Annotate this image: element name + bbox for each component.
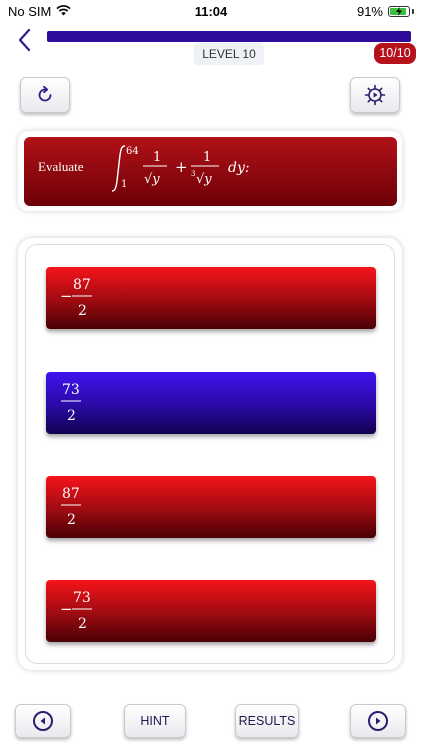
term1-denominator: √y	[144, 172, 160, 187]
refresh-icon	[38, 85, 52, 102]
answer-option-1[interactable]: − 87 2	[46, 267, 376, 329]
previous-icon	[33, 711, 53, 731]
next-button[interactable]	[350, 704, 406, 738]
plus-sign: +	[175, 158, 188, 176]
term2-root-index: 3	[191, 170, 195, 178]
answer-option-3[interactable]: 87 2	[46, 476, 376, 538]
battery-icon	[388, 6, 410, 17]
battery-percent: 91%	[356, 4, 383, 19]
battery-group: 91%	[357, 4, 414, 19]
answer-3-denominator: 2	[67, 512, 76, 528]
previous-button[interactable]	[15, 704, 71, 738]
settings-button[interactable]	[350, 77, 400, 113]
integral-upper-limit: 64	[126, 146, 139, 157]
answer-1-sign: −	[60, 287, 73, 305]
answer-option-2[interactable]: 73 2	[46, 372, 376, 434]
question-prefix: Evaluate	[38, 159, 84, 174]
answer-4-fraction: − 73 2	[60, 590, 92, 632]
gear-icon	[364, 84, 386, 106]
question-formula: 64 1 1 √y + 1 3 √y dy:	[111, 145, 250, 192]
differential: dy:	[228, 160, 250, 176]
answer-4-sign: −	[60, 600, 73, 618]
answer-3-fraction: 87 2	[61, 486, 81, 528]
status-bar: No SIM 11:04 91%	[0, 0, 422, 24]
question-card: Evaluate 64 1 1 √y + 1 3 √y dy:	[24, 137, 397, 206]
term1-numerator: 1	[153, 150, 161, 165]
progress-bar	[47, 31, 411, 42]
chevron-left-icon	[18, 28, 31, 52]
answer-2-denominator: 2	[67, 408, 76, 424]
answer-1-numerator: 87	[73, 277, 91, 293]
question-count-badge: 10/10	[374, 43, 416, 64]
next-icon	[368, 711, 388, 731]
back-button[interactable]	[14, 27, 36, 53]
answer-1-fraction: − 87 2	[60, 277, 92, 319]
answer-4-numerator: 73	[73, 590, 91, 606]
answer-2-fraction: 73 2	[61, 382, 81, 424]
answer-2-numerator: 73	[62, 382, 80, 398]
progress-bar-fill	[47, 31, 411, 42]
battery-cap	[412, 9, 414, 14]
answer-option-4[interactable]: − 73 2	[46, 580, 376, 642]
answer-1-denominator: 2	[78, 303, 87, 319]
answer-4-denominator: 2	[78, 616, 87, 632]
hint-button[interactable]: HINT	[124, 704, 186, 738]
level-label: LEVEL 10	[194, 43, 264, 65]
results-button[interactable]: RESULTS	[235, 704, 299, 738]
term2-denominator: √y	[196, 172, 212, 187]
bolt-icon	[396, 7, 402, 16]
integral-lower-limit: 1	[121, 179, 127, 190]
refresh-button[interactable]	[20, 77, 70, 113]
term2-numerator: 1	[203, 150, 211, 165]
answer-3-numerator: 87	[62, 486, 80, 502]
